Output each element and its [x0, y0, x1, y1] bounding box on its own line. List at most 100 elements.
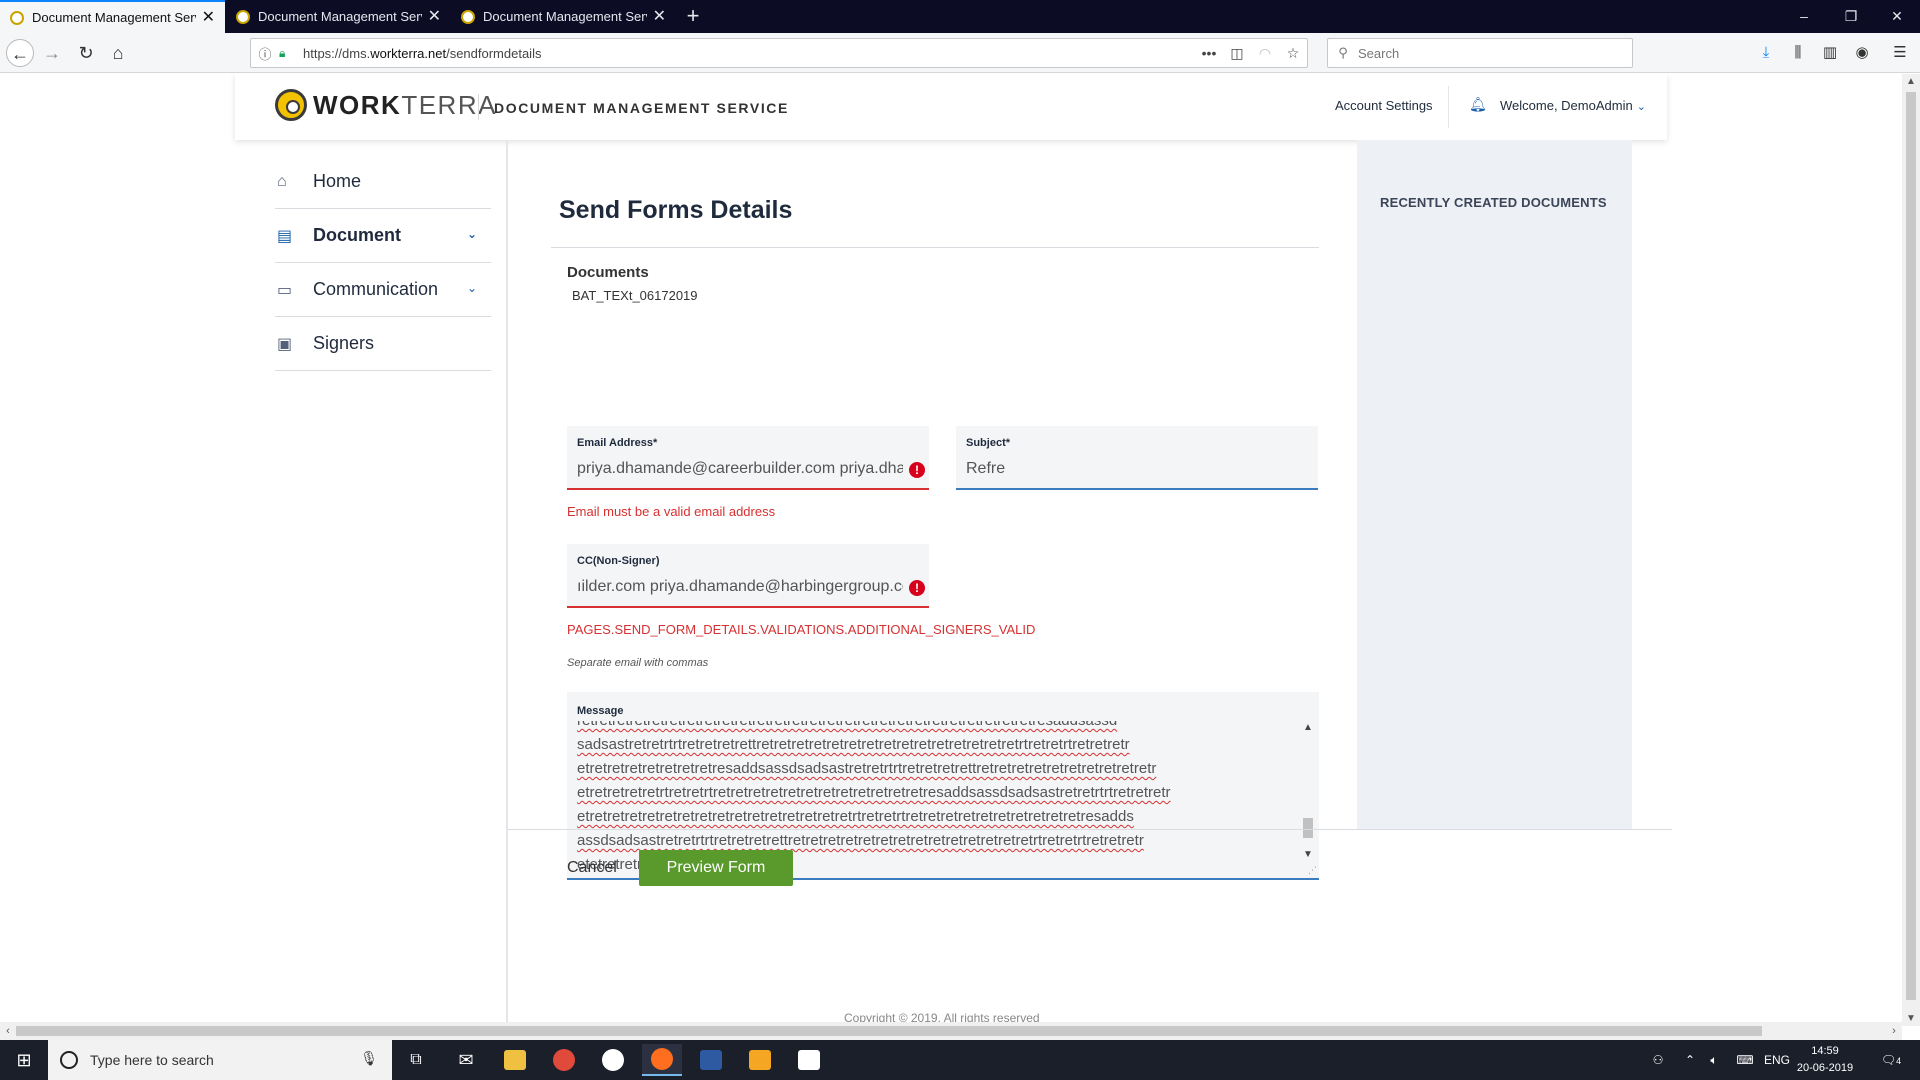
message-scrollbar[interactable]: ▲ ▼ [1301, 722, 1315, 860]
browser-tab[interactable]: Document Management Servic ✕ [451, 0, 676, 33]
sidebar-icon[interactable]: ▥ [1818, 41, 1842, 65]
volume-icon[interactable]: 🔈︎ [1704, 1040, 1724, 1080]
message-line: etretretretretretretretretretretretretre… [577, 808, 1134, 825]
sidebar-item-home[interactable]: ⌂ Home [275, 155, 491, 209]
close-tab-icon[interactable]: ✕ [428, 8, 441, 25]
restore-button[interactable]: ❐ [1828, 0, 1874, 33]
language-indicator[interactable]: ENG [1762, 1040, 1792, 1080]
clock-date: 20-06-2019 [1796, 1062, 1854, 1074]
menu-icon[interactable]: ☰ [1888, 41, 1912, 65]
browser-tab[interactable]: Document Management Servic ✕ [226, 0, 451, 33]
slack-icon[interactable] [593, 1044, 633, 1076]
tab-title: Document Management Servic [32, 10, 196, 25]
message-line: etretretretretretretretresaddsassdsadsas… [577, 760, 1157, 777]
scrollbar-thumb[interactable] [1906, 92, 1916, 1000]
cancel-button[interactable]: Cancel [567, 859, 617, 877]
bookmark-star-icon[interactable]: ☆ [1279, 45, 1307, 62]
pocket-icon[interactable]: ◫ [1223, 45, 1251, 62]
search-input[interactable]: ⚲ Search [1327, 38, 1633, 68]
page-content: WORKTERRA DOCUMENT MANAGEMENT SERVICE Ac… [0, 74, 1902, 1026]
site-favicon-icon [10, 10, 24, 25]
resize-handle-icon[interactable]: ⋰ [1308, 865, 1317, 876]
cortana-icon [60, 1051, 78, 1069]
scroll-down-icon[interactable]: ▼ [1301, 849, 1315, 860]
home-icon[interactable]: ⌂ [104, 39, 132, 67]
info-icon[interactable]: ⓘ [251, 44, 279, 63]
microphone-icon[interactable]: 🎙︎ [360, 1050, 378, 1067]
mail-icon[interactable]: ✉ [446, 1044, 486, 1076]
windows-taskbar: ⊞ Type here to search 🎙︎ ⧉ ✉ ⚇ ⌃ 🔈︎ ⌨ EN… [0, 1040, 1920, 1080]
cc-field-value[interactable]: ıilder.com priya.dhamande@harbingergroup… [577, 578, 903, 596]
title-divider [551, 247, 1319, 248]
chevron-down-icon[interactable]: ⌄ [467, 281, 477, 295]
sidebar-item-communication[interactable]: ▭ Communication ⌄ [275, 263, 491, 317]
page-actions-icon[interactable]: ••• [1195, 45, 1223, 61]
media-player-icon[interactable] [740, 1044, 780, 1076]
sidebar-item-document[interactable]: ▤ Document ⌄ [275, 209, 491, 263]
notification-count: 4 [1896, 1056, 1902, 1066]
photos-icon[interactable] [789, 1044, 829, 1076]
url-text[interactable]: https://dms.workterra.net/sendformdetail… [297, 46, 1195, 61]
lock-icon: 🔒︎ [279, 45, 286, 60]
windows-start-icon[interactable]: ⊞ [0, 1040, 48, 1080]
cc-error-message: PAGES.SEND_FORM_DETAILS.VALIDATIONS.ADDI… [567, 622, 1036, 637]
documents-label: Documents [567, 264, 649, 281]
subject-field-value[interactable]: Refre [966, 460, 1292, 478]
visual-studio-icon[interactable] [691, 1044, 731, 1076]
reader-icon[interactable]: ◠ [1251, 45, 1279, 62]
download-icon[interactable]: ⤓ [1754, 41, 1778, 65]
page-horizontal-scrollbar[interactable]: ‹ › [0, 1022, 1902, 1040]
scroll-up-icon[interactable]: ▲ [1301, 722, 1315, 733]
back-button[interactable]: ← [6, 39, 34, 67]
taskbar-search-input[interactable]: Type here to search 🎙︎ [48, 1040, 392, 1080]
error-icon: ! [909, 462, 925, 478]
browser-tab[interactable]: Document Management Servic ✕ [0, 0, 225, 33]
close-tab-icon[interactable]: ✕ [653, 8, 666, 25]
home-icon: ⌂ [277, 172, 287, 190]
reload-icon[interactable]: ↻ [72, 39, 100, 67]
sidebar-item-signers[interactable]: ▣ Signers [275, 317, 491, 371]
site-favicon-icon [461, 9, 475, 24]
workterra-logo[interactable]: WORKTERRA [275, 89, 497, 121]
task-view-icon[interactable]: ⧉ [396, 1044, 436, 1076]
logo-icon [275, 89, 307, 121]
firefox-icon[interactable] [642, 1044, 682, 1076]
cc-field[interactable]: CC(Non-Signer) ıilder.com priya.dhamande… [567, 544, 929, 608]
keyboard-icon[interactable]: ⌨ [1730, 1040, 1760, 1080]
address-bar[interactable]: ⓘ 🔒︎ https://dms.workterra.net/sendformd… [250, 38, 1308, 68]
library-icon[interactable]: ⫼ [1786, 41, 1810, 65]
scrollbar-thumb[interactable] [1303, 818, 1313, 838]
chevron-down-icon[interactable]: ⌄ [467, 227, 477, 241]
scroll-left-icon[interactable]: ‹ [0, 1022, 16, 1040]
preview-form-button[interactable]: Preview Form [639, 850, 793, 886]
minimize-button[interactable]: – [1781, 0, 1827, 33]
notifications-icon[interactable]: 🗨︎4 [1876, 1040, 1906, 1080]
document-icon: ▤ [277, 227, 293, 245]
email-field[interactable]: Email Address* priya.dhamande@careerbuil… [567, 426, 929, 490]
system-clock[interactable]: 14:59 20-06-2019 [1790, 1043, 1860, 1077]
scroll-up-icon[interactable]: ▲ [1902, 76, 1920, 87]
people-icon[interactable]: ⚇ [1648, 1040, 1668, 1080]
message-textarea[interactable]: retretretretretretretretretretretretretr… [577, 721, 1291, 871]
bell-icon[interactable]: 🔔︎ [1469, 96, 1487, 113]
footer-divider [508, 829, 1672, 830]
email-field-label: Email Address* [577, 437, 658, 449]
show-hidden-icons-icon[interactable]: ⌃ [1682, 1040, 1698, 1080]
user-menu[interactable]: Welcome, DemoAdmin ⌄ [1500, 98, 1646, 113]
email-error-message: Email must be a valid email address [567, 504, 776, 519]
scroll-down-icon[interactable]: ▼ [1902, 1013, 1920, 1024]
message-line: sadsastretretrtrtretretretrettretretretr… [577, 736, 1130, 753]
file-explorer-icon[interactable] [495, 1044, 535, 1076]
subject-field[interactable]: Subject* Refre [956, 426, 1318, 490]
forward-button[interactable]: → [38, 39, 66, 67]
chrome-icon[interactable] [544, 1044, 584, 1076]
account-icon[interactable]: ◉ [1850, 41, 1874, 65]
page-vertical-scrollbar[interactable]: ▲ ▼ [1902, 74, 1920, 1026]
scroll-right-icon[interactable]: › [1886, 1022, 1902, 1040]
account-settings-link[interactable]: Account Settings [1335, 98, 1433, 113]
new-tab-button[interactable]: + [680, 4, 706, 30]
email-field-value[interactable]: priya.dhamande@careerbuilder.com priya.d… [577, 460, 903, 478]
scrollbar-thumb[interactable] [16, 1026, 1762, 1036]
close-tab-icon[interactable]: ✕ [202, 9, 215, 26]
close-window-button[interactable]: ✕ [1874, 0, 1920, 33]
